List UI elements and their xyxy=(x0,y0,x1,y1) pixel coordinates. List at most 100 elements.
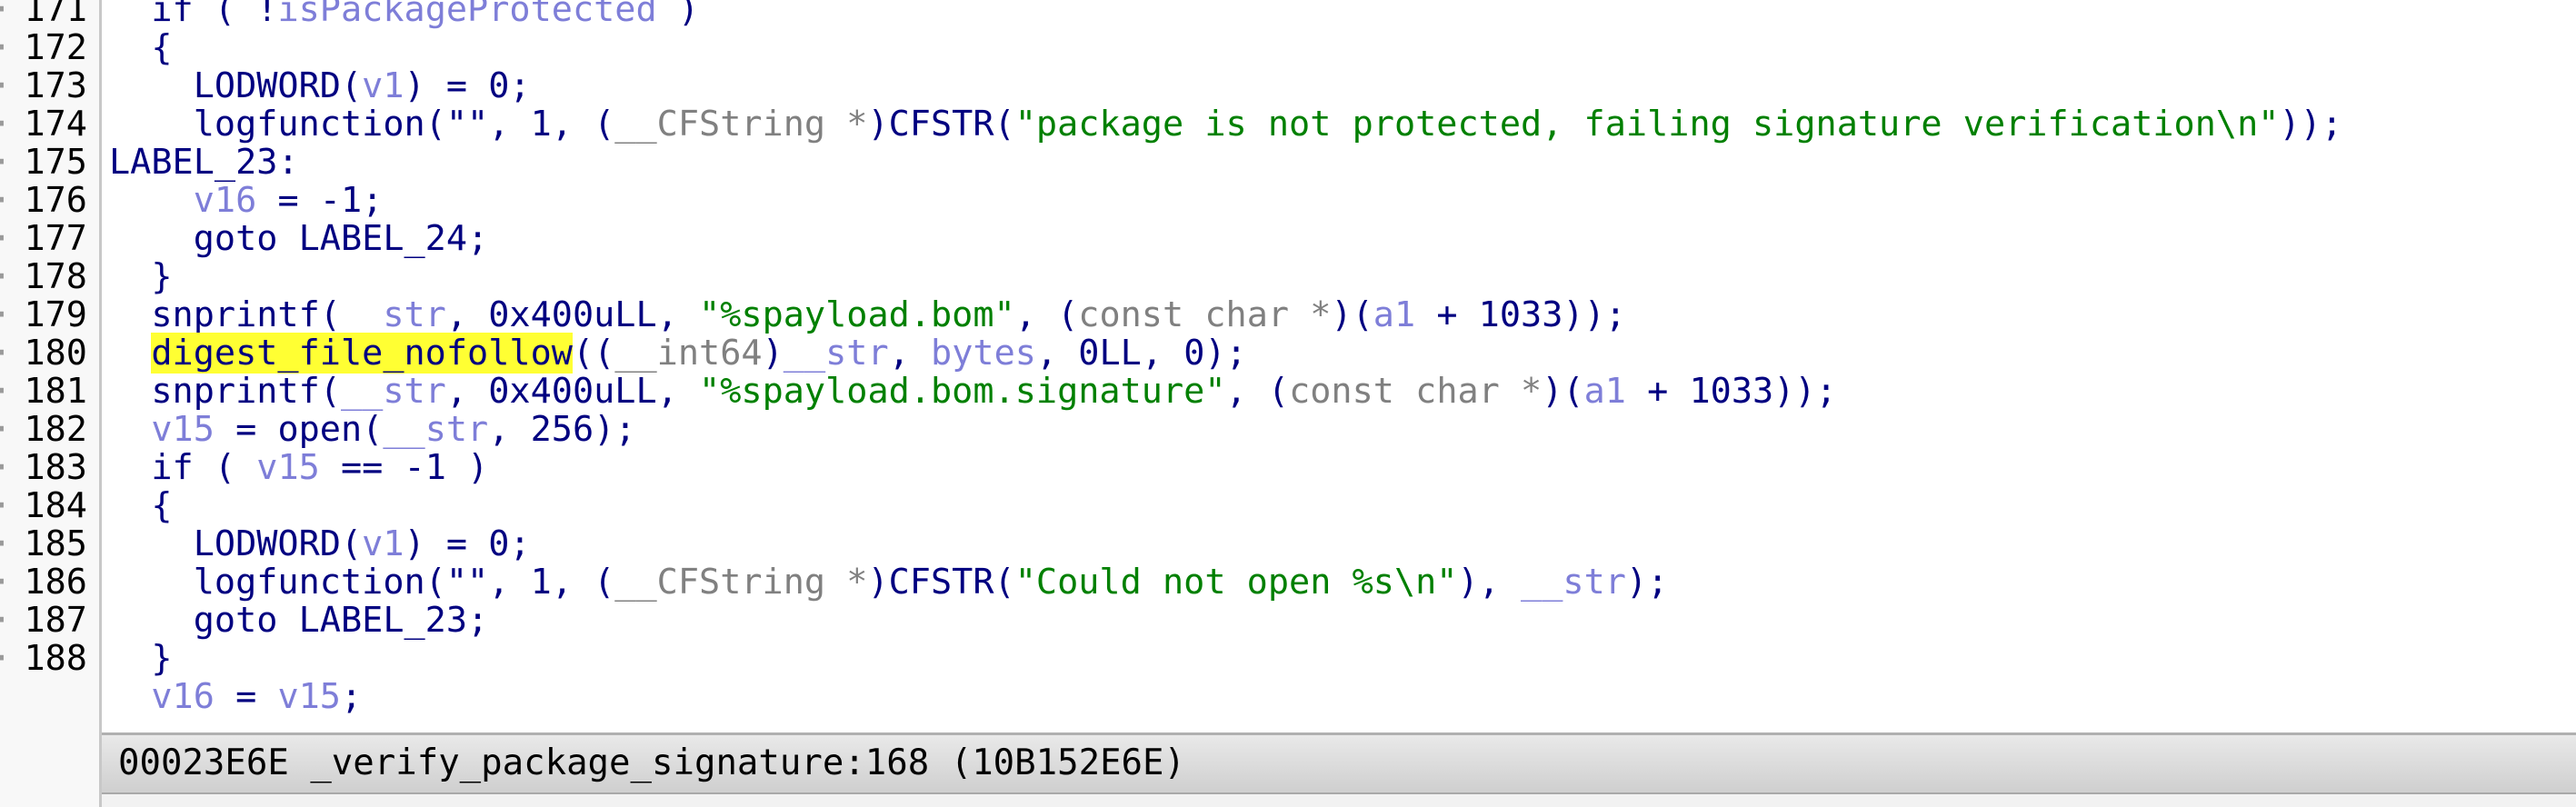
code-token: )CFSTR( xyxy=(867,104,1015,144)
code-line[interactable]: 180 digest_file_nofollow((__int64)__str,… xyxy=(0,333,2576,374)
code-text: logfunction("", 1, (__CFString *)CFSTR("… xyxy=(109,105,2342,144)
code-line[interactable]: 187 goto LABEL_23; xyxy=(0,600,2576,641)
code-token: __str xyxy=(340,294,446,335)
status-bar: 00023E6E _verify_package_signature:168 (… xyxy=(102,732,2576,794)
code-text: snprintf(__str, 0x400uLL, "%spayload.bom… xyxy=(109,296,1626,334)
code-token: "%spayload.bom.signature" xyxy=(699,371,1226,412)
code-text: LODWORD(v1) = 0; xyxy=(109,67,531,105)
code-text: LODWORD(v1) = 0; xyxy=(109,525,531,563)
code-token: v15 xyxy=(256,447,320,488)
code-token: , ( xyxy=(1225,371,1290,412)
line-number: 184 xyxy=(0,487,87,526)
code-text: if ( !isPackageProtected ) xyxy=(109,0,699,29)
line-number: 181 xyxy=(0,373,87,412)
code-token: v16 xyxy=(193,180,257,221)
code-line[interactable]: 178 } xyxy=(0,256,2576,297)
code-line[interactable]: 181 snprintf(__str, 0x400uLL, "%spayload… xyxy=(0,371,2576,412)
code-token: snprintf( xyxy=(109,294,341,335)
code-token: } xyxy=(109,256,173,297)
code-token: LODWORD( xyxy=(109,523,363,564)
code-token: )); xyxy=(2279,104,2343,144)
code-token: , 0LL, 0); xyxy=(1035,333,1247,374)
line-number: 186 xyxy=(0,563,87,603)
code-line[interactable]: 177 goto LABEL_24; xyxy=(0,218,2576,259)
code-token: ; xyxy=(341,676,363,717)
code-line[interactable]: v16 = v15; xyxy=(0,678,2576,716)
code-line[interactable]: 182 v15 = open(__str, 256); xyxy=(0,409,2576,450)
line-number: 182 xyxy=(0,411,87,450)
line-number: 175 xyxy=(0,144,87,183)
code-token: + 1033)); xyxy=(1625,371,1837,412)
code-token: "package is not protected, failing signa… xyxy=(1014,104,2280,144)
code-token: if ( xyxy=(109,447,257,488)
line-number: 173 xyxy=(0,67,87,106)
code-token: v15 xyxy=(277,676,341,717)
code-token: a1 xyxy=(1373,294,1416,335)
code-token: v1 xyxy=(362,65,404,106)
code-token: )( xyxy=(1542,371,1584,412)
code-token: + 1033)); xyxy=(1415,294,1626,335)
code-line[interactable]: 171 if ( !isPackageProtected ) xyxy=(0,0,2576,29)
line-number: 176 xyxy=(0,182,87,221)
line-number: 185 xyxy=(0,525,87,564)
code-text: goto LABEL_24; xyxy=(109,218,489,259)
pseudocode-view[interactable]: 171 if ( !isPackageProtected )172 {173 L… xyxy=(0,0,2576,732)
line-number: 171 xyxy=(0,0,87,29)
code-line[interactable]: 185 LODWORD(v1) = 0; xyxy=(0,525,2576,564)
code-text: goto LABEL_23; xyxy=(109,600,489,641)
code-token: __CFString * xyxy=(614,562,868,603)
code-token: goto LABEL_23; xyxy=(109,600,489,641)
code-text: LABEL_23: xyxy=(109,144,299,182)
code-text: { xyxy=(109,487,172,525)
code-token: bytes xyxy=(931,333,1036,374)
code-token: __str xyxy=(783,333,889,374)
line-number: 179 xyxy=(0,296,87,335)
code-token: "Could not open %s\n" xyxy=(1014,562,1458,603)
code-token: ) = 0; xyxy=(404,523,531,564)
code-token: const char * xyxy=(1289,371,1543,412)
line-number: 180 xyxy=(0,334,87,374)
code-token: , 0x400uLL, xyxy=(445,294,700,335)
code-token: __str xyxy=(383,409,489,450)
code-line[interactable]: 175 LABEL_23: xyxy=(0,144,2576,183)
line-number: 178 xyxy=(0,258,87,297)
code-line[interactable]: 176 v16 = -1; xyxy=(0,180,2576,221)
line-number: 172 xyxy=(0,29,87,68)
code-line[interactable]: 174 logfunction("", 1, (__CFString *)CFS… xyxy=(0,105,2576,144)
code-token: (( xyxy=(572,333,615,374)
code-text: { xyxy=(109,29,172,67)
code-token: )CFSTR( xyxy=(867,562,1015,603)
code-line[interactable]: 179 snprintf(__str, 0x400uLL, "%spayload… xyxy=(0,296,2576,335)
code-line[interactable]: 173 LODWORD(v1) = 0; xyxy=(0,67,2576,106)
line-number: 174 xyxy=(0,105,87,144)
code-token: a1 xyxy=(1583,371,1626,412)
code-token: LODWORD( xyxy=(109,65,363,106)
code-token: ) xyxy=(656,0,700,30)
code-text: } xyxy=(109,640,172,678)
code-token: , xyxy=(888,333,932,374)
code-token: goto LABEL_24; xyxy=(109,218,489,259)
code-token: LABEL_23: xyxy=(109,142,299,183)
bottom-strip xyxy=(102,794,2576,807)
code-line[interactable]: 183 if ( v15 == -1 ) xyxy=(0,447,2576,488)
code-token: ) = 0; xyxy=(404,65,531,106)
code-token: __CFString * xyxy=(614,104,868,144)
code-line[interactable]: 184 { xyxy=(0,487,2576,526)
pseudocode-window: 171 if ( !isPackageProtected )172 {173 L… xyxy=(0,0,2576,807)
code-token: const char * xyxy=(1078,294,1332,335)
line-number: 188 xyxy=(0,640,87,679)
code-line[interactable]: 188 } xyxy=(0,640,2576,679)
code-line[interactable]: 186 logfunction("", 1, (__CFString *)CFS… xyxy=(0,562,2576,603)
code-token: , ( xyxy=(1014,294,1079,335)
code-text: v15 = open(__str, 256); xyxy=(109,409,635,450)
code-text: snprintf(__str, 0x400uLL, "%spayload.bom… xyxy=(109,371,1837,412)
code-text: v16 = -1; xyxy=(109,180,384,221)
code-line[interactable]: 172 { xyxy=(0,29,2576,68)
code-token: = open( xyxy=(214,409,384,450)
code-text: digest_file_nofollow((__int64)__str, byt… xyxy=(109,333,1247,374)
code-token: logfunction("", 1, ( xyxy=(109,104,615,144)
line-number: 177 xyxy=(0,220,87,259)
